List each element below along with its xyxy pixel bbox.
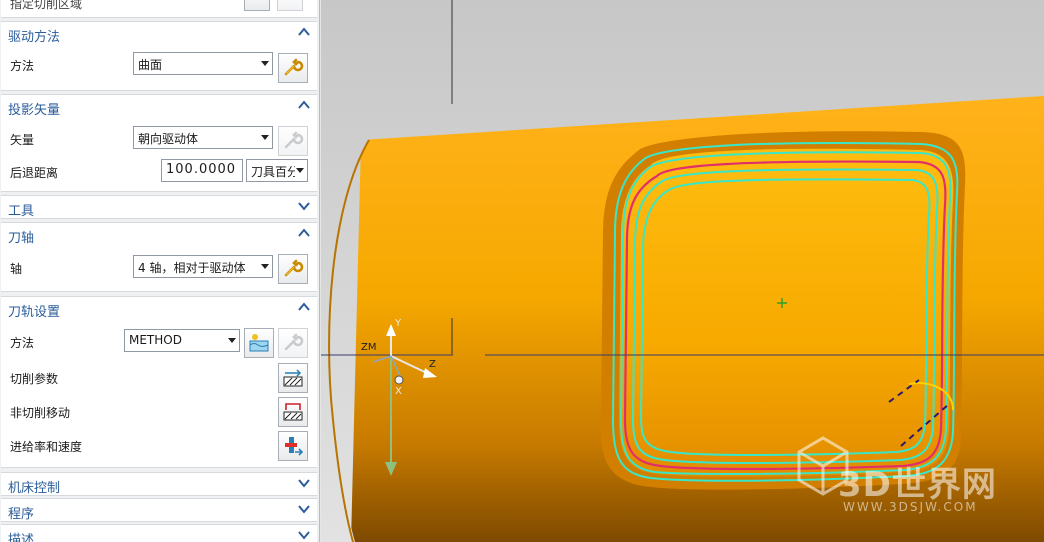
edit-drive-method-button[interactable] bbox=[278, 53, 308, 83]
method-create-icon bbox=[249, 334, 269, 352]
non-cut-moves-label: 非切削移动 bbox=[10, 406, 71, 420]
drive-method-select[interactable]: 曲面 bbox=[133, 52, 273, 75]
description-group: 描述 bbox=[1, 524, 317, 542]
machine-control-group: 机床控制 bbox=[1, 472, 317, 496]
retract-unit-value: 刀具百分比 bbox=[251, 165, 295, 179]
path-method-value: METHOD bbox=[129, 333, 182, 347]
projection-vector-group: 投影矢量 矢量 朝向驱动体 后退距离 100.0000 刀具百分比 bbox=[1, 94, 317, 192]
dropdown-arrow-icon bbox=[261, 135, 269, 140]
tool-group: 工具 bbox=[1, 195, 317, 219]
pocket-floor bbox=[619, 148, 954, 477]
feeds-speeds-icon bbox=[285, 437, 304, 456]
cut-area-label: 指定切削区域 bbox=[10, 0, 83, 11]
program-group: 程序 bbox=[1, 498, 317, 522]
description-header[interactable]: 描述 bbox=[1, 525, 317, 542]
triad-z-label: Z bbox=[429, 359, 436, 370]
chevron-up-icon[interactable] bbox=[297, 226, 311, 240]
dropdown-arrow-icon bbox=[296, 168, 304, 173]
vector-label: 矢量 bbox=[10, 133, 35, 147]
drive-method-label: 方法 bbox=[10, 59, 35, 73]
wrench-icon bbox=[284, 131, 304, 149]
triad-zm-label: ZM bbox=[361, 342, 376, 353]
edit-method-button[interactable] bbox=[278, 328, 308, 358]
tool-axis-title: 刀轴 bbox=[8, 231, 35, 246]
axis-value: 4 轴，相对于驱动体 bbox=[138, 261, 246, 275]
vector-select[interactable]: 朝向驱动体 bbox=[133, 126, 273, 149]
graphics-viewport[interactable]: ZM Y Z X 3D世界网 WWW.3DSJW.COM bbox=[321, 0, 1044, 542]
chevron-down-icon[interactable] bbox=[297, 528, 311, 542]
tool-header[interactable]: 工具 bbox=[1, 196, 317, 220]
feeds-speeds-button[interactable] bbox=[278, 431, 308, 461]
axis-select[interactable]: 4 轴，相对于驱动体 bbox=[133, 255, 273, 278]
triad-y-label: Y bbox=[394, 318, 402, 329]
chevron-up-icon[interactable] bbox=[297, 25, 311, 39]
path-method-select[interactable]: METHOD bbox=[124, 329, 240, 352]
non-cut-moves-button[interactable] bbox=[278, 397, 308, 427]
program-title: 程序 bbox=[8, 507, 35, 522]
machine-control-header[interactable]: 机床控制 bbox=[1, 473, 317, 497]
chevron-up-icon[interactable] bbox=[297, 98, 311, 112]
chevron-down-icon[interactable] bbox=[297, 476, 311, 490]
tool-title: 工具 bbox=[8, 204, 35, 219]
vector-value: 朝向驱动体 bbox=[138, 132, 199, 146]
projection-vector-title: 投影矢量 bbox=[8, 103, 61, 118]
non-cut-moves-icon bbox=[283, 403, 303, 421]
wrench-icon bbox=[284, 333, 304, 351]
description-title: 描述 bbox=[8, 533, 35, 542]
tool-axis-header[interactable]: 刀轴 bbox=[1, 223, 317, 247]
retract-distance-value: 100.0000 bbox=[166, 162, 237, 177]
chevron-down-icon[interactable] bbox=[297, 502, 311, 516]
cut-params-label: 切削参数 bbox=[10, 372, 59, 386]
triad-x-label: X bbox=[395, 386, 402, 397]
watermark-brand: 3D世界网 bbox=[838, 465, 997, 505]
dropdown-arrow-icon bbox=[261, 264, 269, 269]
display-cut-area-button[interactable] bbox=[277, 0, 303, 11]
path-method-label: 方法 bbox=[10, 336, 35, 350]
retract-unit-select[interactable]: 刀具百分比 bbox=[246, 159, 308, 182]
cut-area-group: 指定切削区域 bbox=[1, 0, 317, 18]
program-header[interactable]: 程序 bbox=[1, 499, 317, 523]
create-method-button[interactable] bbox=[244, 328, 274, 358]
wrench-icon bbox=[284, 259, 304, 277]
drive-method-group: 驱动方法 方法 曲面 bbox=[1, 21, 317, 91]
drive-method-value: 曲面 bbox=[138, 58, 163, 72]
path-settings-title: 刀轨设置 bbox=[8, 305, 61, 320]
triad-origin-marker bbox=[394, 375, 404, 385]
path-settings-group: 刀轨设置 方法 METHOD 切削参数 非切削移动 进给率和速度 bbox=[1, 296, 317, 468]
cut-params-button[interactable] bbox=[278, 363, 308, 393]
dropdown-arrow-icon bbox=[261, 61, 269, 66]
axis-label: 轴 bbox=[10, 262, 23, 276]
wrench-icon bbox=[284, 58, 304, 76]
dropdown-arrow-icon bbox=[228, 338, 236, 343]
drive-method-header[interactable]: 驱动方法 bbox=[1, 22, 317, 46]
edit-axis-button[interactable] bbox=[278, 254, 308, 284]
watermark-url: WWW.3DSJW.COM bbox=[843, 500, 978, 514]
tool-axis-group: 刀轴 轴 4 轴，相对于驱动体 bbox=[1, 222, 317, 292]
drive-method-title: 驱动方法 bbox=[8, 30, 61, 45]
projection-vector-header[interactable]: 投影矢量 bbox=[1, 95, 317, 119]
retract-distance-label: 后退距离 bbox=[10, 166, 59, 180]
select-cut-area-button[interactable] bbox=[244, 0, 270, 11]
chevron-down-icon[interactable] bbox=[297, 199, 311, 213]
chevron-up-icon[interactable] bbox=[297, 300, 311, 314]
feeds-speeds-label: 进给率和速度 bbox=[10, 440, 83, 454]
edit-vector-button[interactable] bbox=[278, 126, 308, 156]
retract-distance-input[interactable]: 100.0000 bbox=[161, 159, 243, 182]
operation-dialog-panel: 指定切削区域 驱动方法 方法 曲面 投影矢量 矢量 朝向驱动体 后退距离 100… bbox=[0, 0, 320, 542]
cut-params-icon bbox=[283, 369, 303, 387]
machine-control-title: 机床控制 bbox=[8, 481, 61, 496]
path-settings-header[interactable]: 刀轨设置 bbox=[1, 297, 317, 321]
